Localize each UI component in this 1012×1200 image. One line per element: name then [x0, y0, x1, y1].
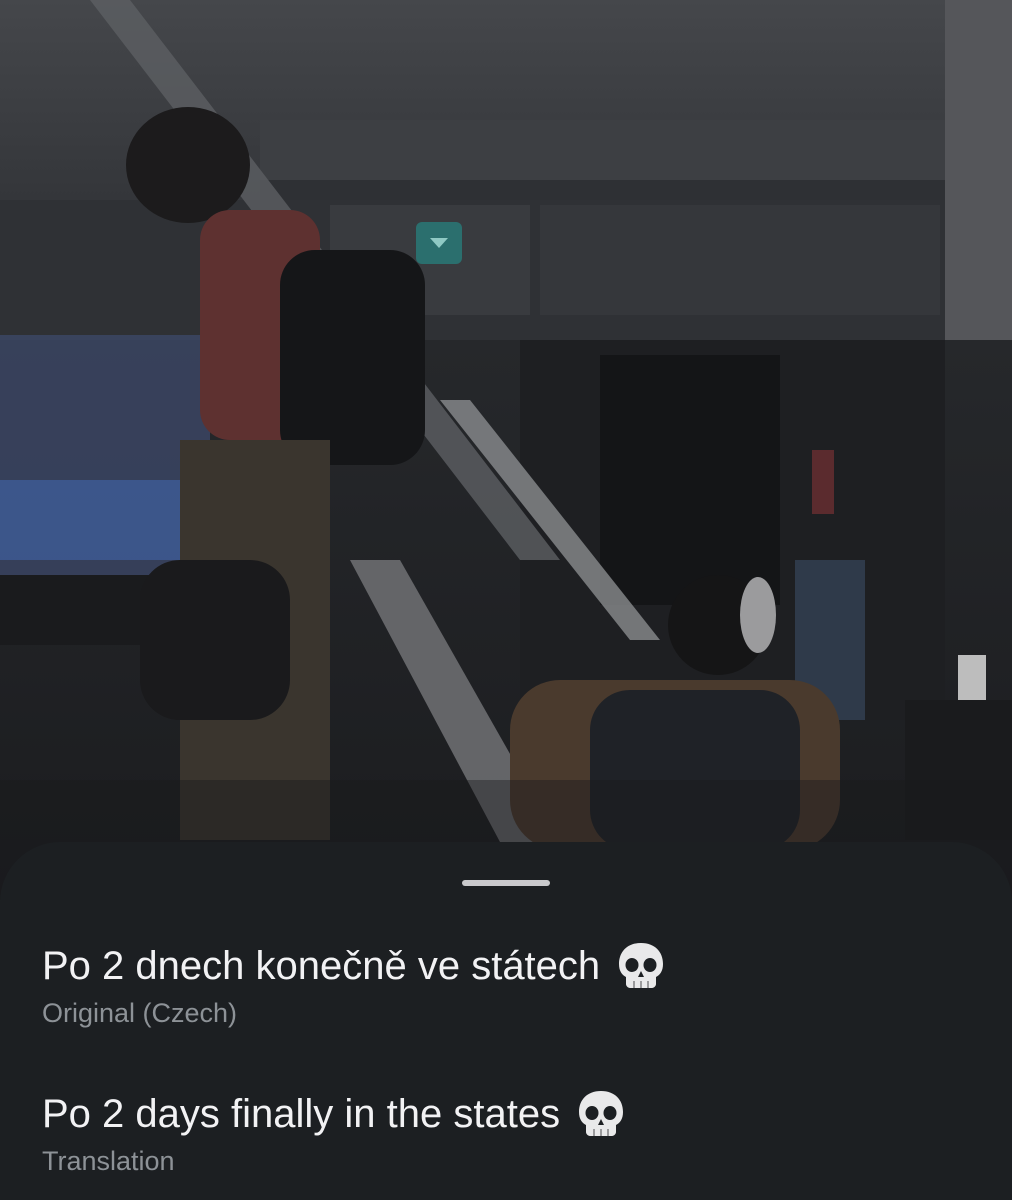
photo-illustration	[0, 0, 1012, 900]
translated-caption-text-row: Po 2 days finally in the states	[42, 1088, 626, 1140]
translation-sheet: Po 2 dnech konečně ve státech Original (…	[0, 842, 1012, 1200]
translated-caption: Po 2 days finally in the states Translat…	[42, 1088, 626, 1178]
original-language-label: Original (Czech)	[42, 998, 238, 1028]
translated-caption-text: Po 2 days finally in the states	[42, 1092, 561, 1136]
background-photo	[0, 0, 1012, 900]
sheet-grabber-handle[interactable]	[462, 880, 550, 886]
original-caption-text: Po 2 dnech konečně ve státech	[42, 944, 601, 988]
original-caption-text-row: Po 2 dnech konečně ve státech	[42, 940, 666, 992]
skull-icon	[579, 1091, 624, 1136]
translation-label: Translation	[42, 1146, 175, 1176]
skull-icon	[619, 943, 664, 988]
original-caption: Po 2 dnech konečně ve státech Original (…	[42, 940, 666, 1030]
translation-screen: Po 2 dnech konečně ve státech Original (…	[0, 0, 1012, 1200]
